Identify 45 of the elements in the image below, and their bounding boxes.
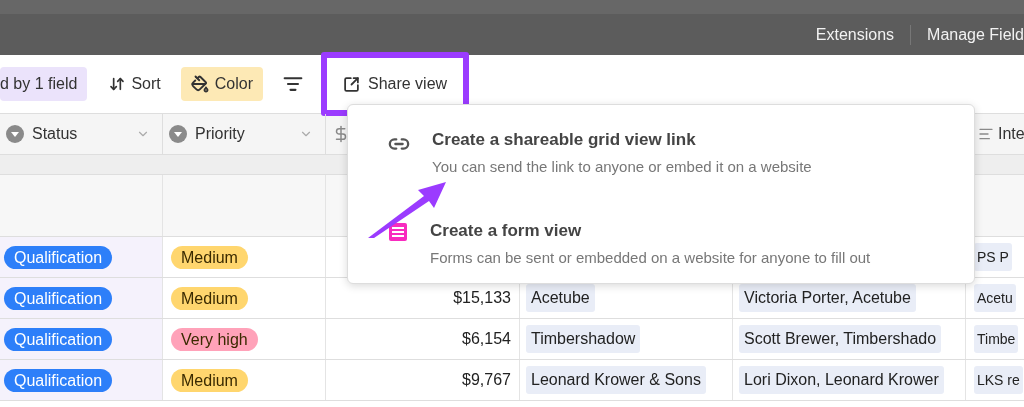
text-field-icon: [978, 126, 994, 142]
company-chip: Acetube: [526, 284, 595, 312]
priority-tag: Medium: [171, 245, 248, 269]
top-bar-button[interactable]: Extensions: [815, 22, 895, 47]
contact-chip: Scott Brewer, Timbershado: [739, 325, 942, 353]
share-icon: [342, 75, 360, 93]
paint-bucket-icon: [190, 75, 209, 93]
priority-tag: Medium: [171, 368, 248, 392]
row-height-icon: [282, 74, 303, 94]
dropdown-field-icon: [6, 125, 24, 143]
group-button[interactable]: d by 1 field: [0, 67, 88, 101]
priority-tag: Medium: [171, 286, 248, 310]
record-chip: PS P: [974, 243, 1012, 271]
column-title: Priority: [195, 124, 246, 144]
record-chip: Timbe: [974, 325, 1019, 353]
sort-button[interactable]: Sort: [101, 67, 169, 101]
share-menu-item[interactable]: Create a form view Forms can be sent or embedded on a website for anyone to fill out: [388, 218, 974, 269]
menu-item-description: You can send the link to anyone or embed it on a website: [432, 156, 812, 177]
contact-chip: Victoria Porter, Acetube: [739, 284, 916, 312]
dropdown-field-icon: [169, 125, 187, 143]
contact-chip: Lori Dixon, Leonard Krower: [739, 366, 944, 394]
form-icon: [388, 222, 408, 242]
column-header[interactable]: Priority: [163, 114, 326, 154]
amount-text: $6,154: [462, 329, 511, 349]
record-chip: Acetu: [974, 284, 1016, 312]
color-button[interactable]: Color: [180, 67, 263, 101]
company-chip: Timbershadow: [526, 325, 641, 353]
share-view-button[interactable]: Share view: [338, 67, 452, 101]
sort-icon: [109, 76, 126, 92]
menu-item-title: Create a shareable grid view link: [432, 129, 697, 151]
menu-item-description: Forms can be sent or embedded on a website for anyone to fill out: [430, 247, 871, 268]
top-bar-button[interactable]: Manage Field: [927, 22, 1024, 47]
status-tag: Qualification: [4, 286, 113, 310]
status-tag: Qualification: [4, 368, 113, 392]
status-tag: Qualification: [4, 245, 113, 269]
column-header[interactable]: Status: [0, 114, 163, 154]
amount-text: $9,767: [462, 370, 511, 390]
column-title: Inte: [998, 124, 1024, 144]
company-chip: Leonard Krower & Sons: [526, 366, 706, 394]
status-tag: Qualification: [4, 327, 113, 351]
amount-text: $15,133: [453, 288, 511, 308]
priority-tag: Very high: [171, 327, 258, 351]
record-chip: LKS re: [974, 366, 1023, 394]
column-title: Status: [32, 124, 79, 144]
menu-item-title: Create a form view: [430, 220, 583, 242]
